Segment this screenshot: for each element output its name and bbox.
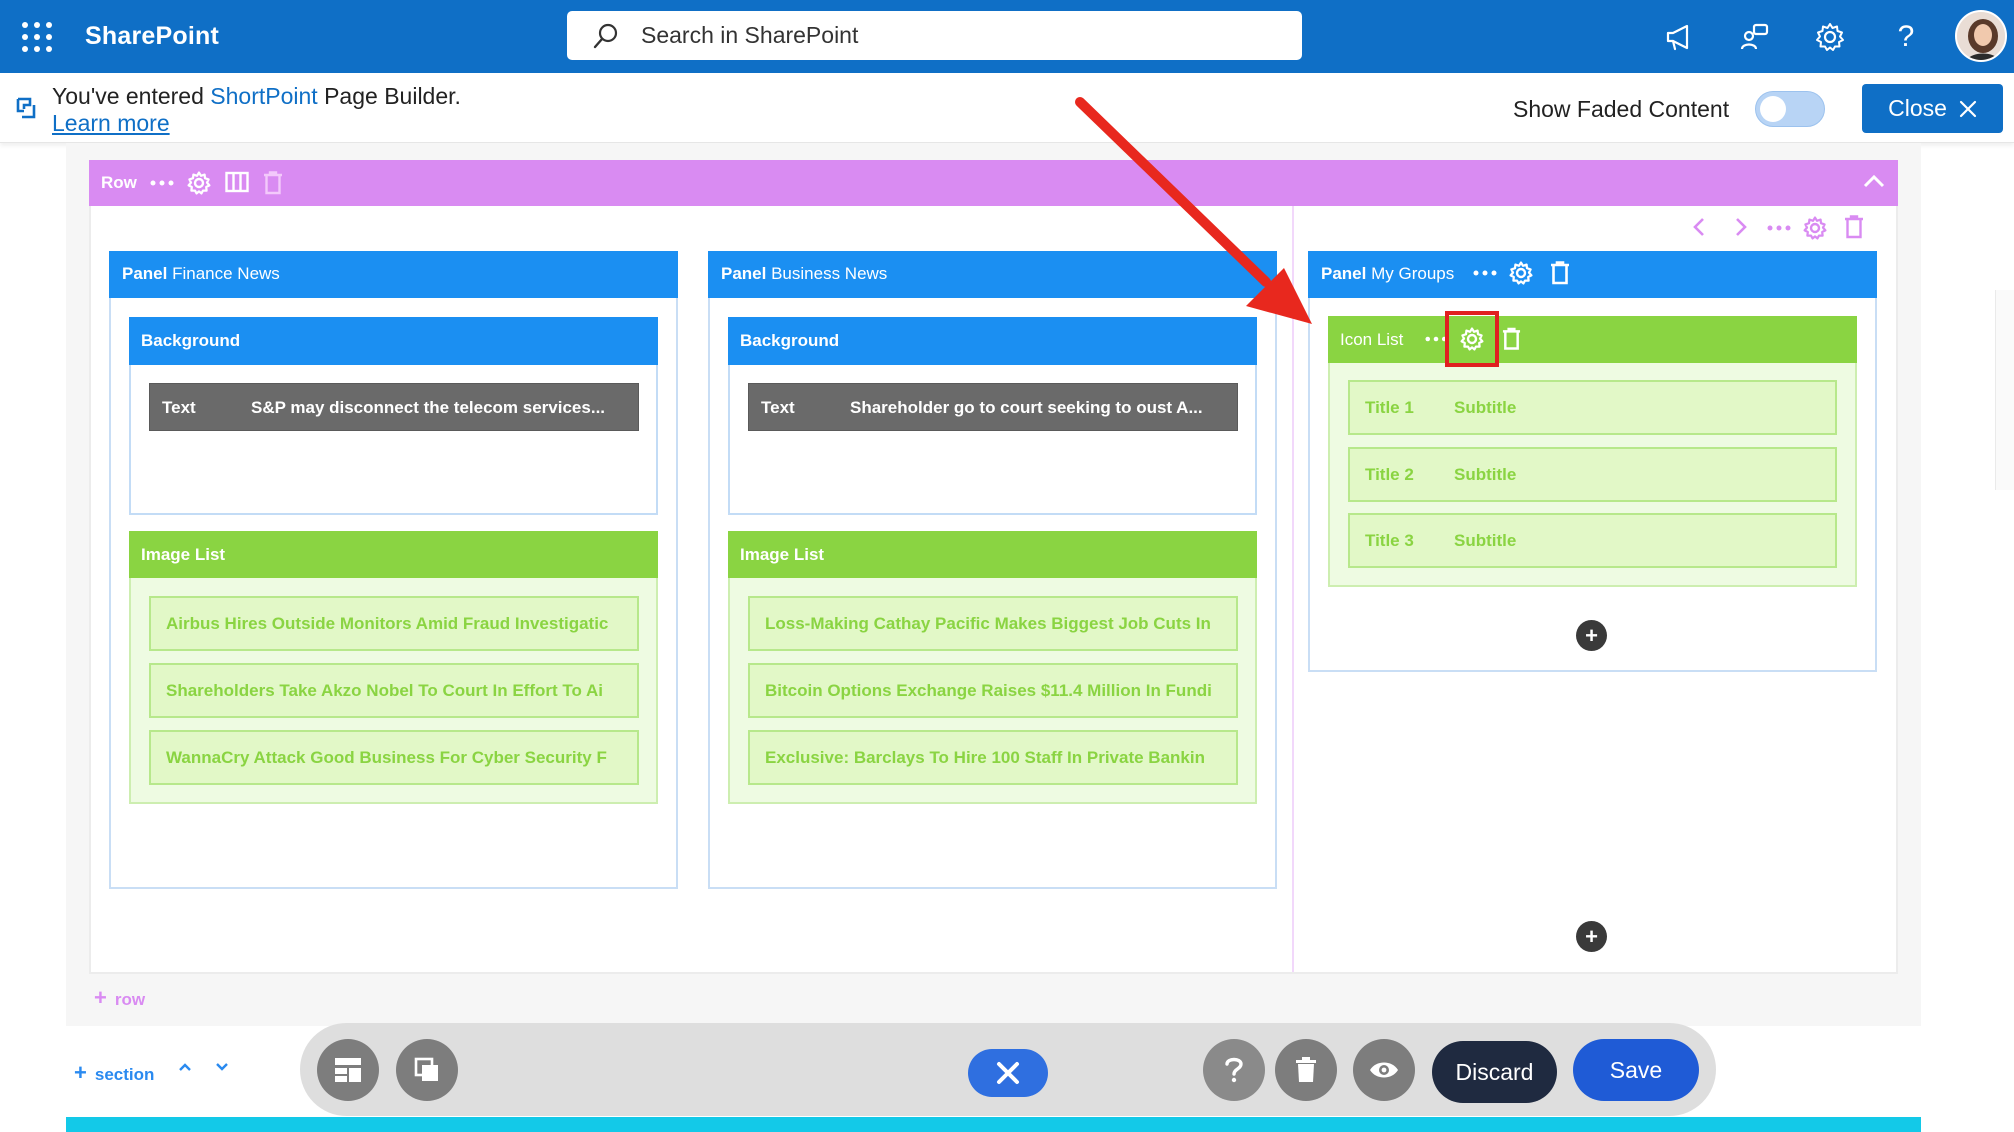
more-icon[interactable] bbox=[1473, 270, 1497, 276]
trash-icon[interactable] bbox=[1550, 261, 1570, 285]
toggle-knob bbox=[1760, 96, 1786, 122]
notice-suffix: Page Builder. bbox=[317, 83, 461, 109]
shortpoint-logo-icon bbox=[16, 97, 36, 119]
text-value: S&P may disconnect the telecom services.… bbox=[251, 398, 606, 417]
delete-button[interactable] bbox=[1275, 1039, 1337, 1101]
icon-list-item[interactable]: Title 1 Subtitle bbox=[1348, 380, 1837, 435]
gear-icon[interactable] bbox=[187, 171, 211, 195]
image-list-header[interactable]: Image List bbox=[728, 531, 1257, 578]
add-panel-button[interactable]: + bbox=[1576, 921, 1607, 952]
list-item[interactable]: Shareholders Take Akzo Nobel To Court In… bbox=[149, 663, 639, 718]
connection-icon[interactable] bbox=[1735, 17, 1775, 57]
icon-list-item[interactable]: Title 2 Subtitle bbox=[1348, 447, 1837, 502]
copy-button[interactable] bbox=[396, 1039, 458, 1101]
show-faded-content-toggle[interactable] bbox=[1755, 91, 1825, 127]
close-label: Close bbox=[1888, 95, 1947, 121]
panel-tag: Panel bbox=[122, 264, 168, 283]
app-name[interactable]: SharePoint bbox=[85, 22, 219, 51]
help-button[interactable] bbox=[1203, 1039, 1265, 1101]
trash-icon bbox=[1296, 1057, 1316, 1082]
trash-icon[interactable] bbox=[1502, 327, 1521, 351]
preview-button[interactable] bbox=[1353, 1039, 1415, 1101]
notice-prefix: You've entered bbox=[52, 83, 211, 109]
text-tag: Text bbox=[761, 398, 795, 417]
panel-name: My Groups bbox=[1371, 264, 1455, 283]
text-element[interactable]: Text S&P may disconnect the telecom serv… bbox=[149, 383, 639, 431]
eye-icon bbox=[1370, 1062, 1398, 1078]
close-icon bbox=[1959, 100, 1977, 117]
chevron-right-icon[interactable] bbox=[1734, 216, 1748, 238]
discard-button[interactable]: Discard bbox=[1432, 1041, 1557, 1103]
panel-name: Business News bbox=[771, 264, 888, 283]
row-toolbar[interactable]: Row bbox=[89, 160, 1898, 206]
page-builder-notice: You've entered ShortPoint Page Builder. … bbox=[0, 73, 2014, 143]
trash-icon[interactable] bbox=[1844, 215, 1864, 239]
list-item[interactable]: Loss-Making Cathay Pacific Makes Biggest… bbox=[748, 596, 1238, 651]
more-icon[interactable] bbox=[1425, 336, 1447, 342]
add-section-button[interactable]: + section bbox=[74, 1060, 154, 1086]
chevron-down-icon[interactable] bbox=[215, 1062, 229, 1072]
highlight-box bbox=[1445, 311, 1499, 367]
arrow-annotation bbox=[1075, 97, 1312, 324]
scroll-edge bbox=[1995, 290, 2014, 490]
panel-header[interactable]: Panel Finance News bbox=[109, 251, 678, 298]
add-element-button[interactable]: + bbox=[1576, 620, 1607, 651]
search-icon bbox=[593, 23, 618, 49]
image-list-header[interactable]: Image List bbox=[129, 531, 658, 578]
list-item[interactable]: Bitcoin Options Exchange Raises $11.4 Mi… bbox=[748, 663, 1238, 718]
suite-bar: SharePoint ? bbox=[0, 0, 2014, 73]
close-button[interactable]: Close bbox=[1862, 84, 2003, 133]
chevron-up-icon[interactable] bbox=[1863, 174, 1885, 188]
icon-list-label: Icon List bbox=[1340, 330, 1404, 349]
chevron-left-icon[interactable] bbox=[1692, 216, 1706, 238]
footer-strip bbox=[66, 1117, 1921, 1132]
save-button[interactable]: Save bbox=[1573, 1039, 1699, 1101]
panel-header[interactable]: Panel My Groups bbox=[1308, 251, 1877, 298]
background-header[interactable]: Background bbox=[129, 317, 658, 365]
notice-message: You've entered ShortPoint Page Builder. bbox=[52, 83, 461, 110]
copy-icon bbox=[414, 1057, 438, 1081]
list-item[interactable]: WannaCry Attack Good Business For Cyber … bbox=[149, 730, 639, 785]
row-label: Row bbox=[101, 173, 137, 192]
help-icon[interactable]: ? bbox=[1886, 17, 1926, 57]
avatar[interactable] bbox=[1955, 10, 2007, 62]
add-row-button[interactable]: + row bbox=[94, 985, 145, 1011]
list-item[interactable]: Exclusive: Barclays To Hire 100 Staff In… bbox=[748, 730, 1238, 785]
panel-tag: Panel bbox=[721, 264, 767, 283]
search-box[interactable] bbox=[567, 11, 1302, 60]
text-element[interactable]: Text Shareholder go to court seeking to … bbox=[748, 383, 1238, 431]
show-faded-content-label: Show Faded Content bbox=[1513, 96, 1730, 122]
icon-list-header[interactable]: Icon List bbox=[1328, 316, 1857, 363]
question-icon bbox=[1225, 1057, 1243, 1083]
text-value: Shareholder go to court seeking to oust … bbox=[850, 398, 1203, 417]
help-glyph: ? bbox=[1897, 20, 1915, 53]
learn-more-link[interactable]: Learn more bbox=[52, 110, 170, 137]
panel-name: Finance News bbox=[172, 264, 280, 283]
gear-icon[interactable] bbox=[1509, 261, 1533, 285]
trash-icon[interactable] bbox=[263, 171, 283, 195]
megaphone-icon[interactable] bbox=[1660, 17, 1700, 57]
icon-list-item[interactable]: Title 3 Subtitle bbox=[1348, 513, 1837, 568]
text-tag: Text bbox=[162, 398, 196, 417]
more-icon[interactable] bbox=[150, 180, 174, 186]
list-item[interactable]: Airbus Hires Outside Monitors Amid Fraud… bbox=[149, 596, 639, 651]
more-icon[interactable] bbox=[1767, 225, 1791, 231]
columns-icon[interactable] bbox=[225, 171, 249, 193]
chevron-up-icon[interactable] bbox=[178, 1062, 192, 1072]
layout-templates-button[interactable] bbox=[317, 1039, 379, 1101]
gear-icon[interactable] bbox=[1810, 17, 1850, 57]
waffle-icon[interactable] bbox=[22, 22, 52, 52]
gear-icon[interactable] bbox=[1803, 216, 1827, 240]
close-icon bbox=[997, 1062, 1019, 1084]
search-input[interactable] bbox=[641, 11, 1281, 60]
layout-icon bbox=[335, 1058, 361, 1082]
shortpoint-link[interactable]: ShortPoint bbox=[210, 83, 317, 109]
cancel-x-button[interactable] bbox=[968, 1049, 1048, 1097]
